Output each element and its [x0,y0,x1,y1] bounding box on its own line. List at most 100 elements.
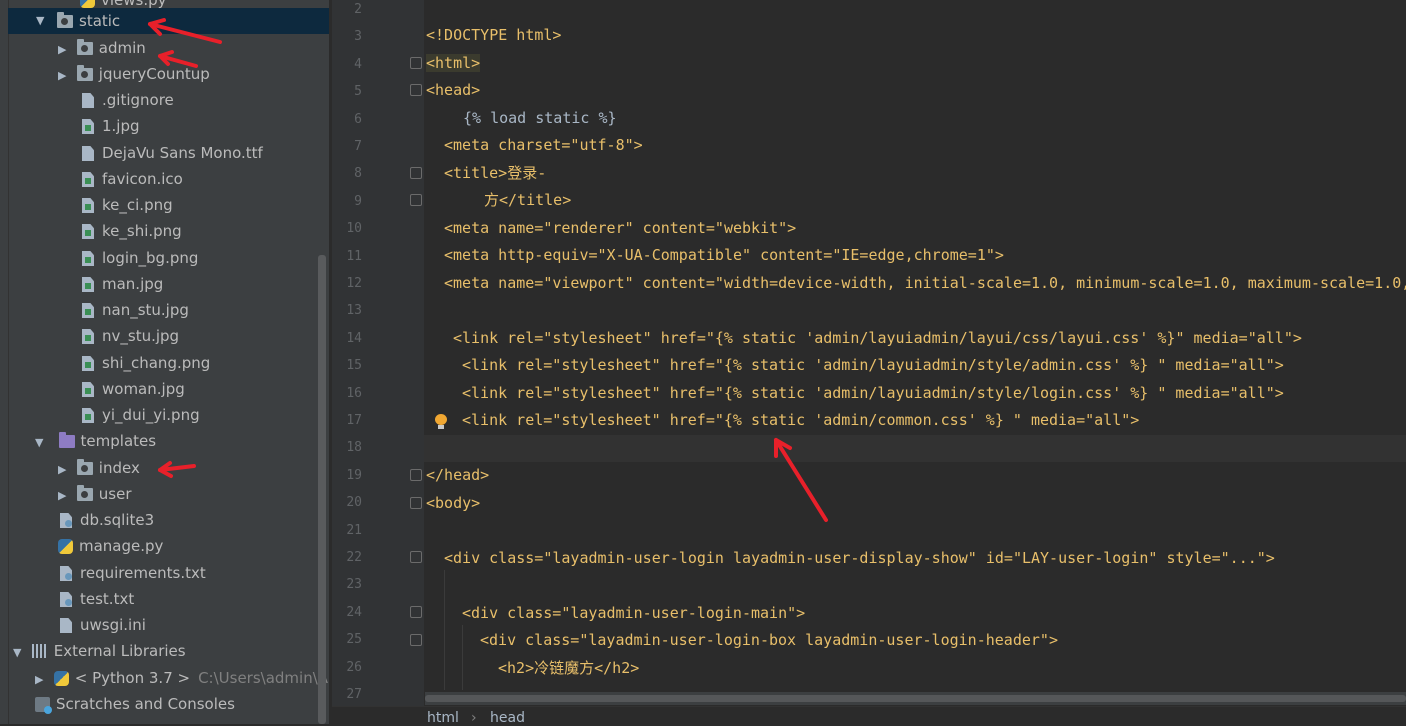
breadcrumb: html › head [332,706,1406,726]
text-file-icon [60,592,72,607]
database-file-icon [60,513,72,528]
tree-item-ke-ci[interactable]: ke_ci.png [82,192,173,218]
chevron-down-icon[interactable]: ▼ [36,8,50,34]
ini-file-icon [60,618,72,633]
tree-item-manage-py[interactable]: manage.py [58,533,163,559]
tree-item-shi-chang[interactable]: shi_chang.png [82,350,210,376]
tree-item-font-file[interactable]: DejaVu Sans Mono.ttf [82,140,263,166]
tree-item-man[interactable]: man.jpg [82,271,163,297]
chevron-right-icon[interactable]: ▶ [58,483,72,509]
tree-item-python-sdk[interactable]: ▶ < Python 3.7 > C:\Users\admin\Ap [35,665,329,691]
tree-item-nan-stu[interactable]: nan_stu.jpg [82,297,189,323]
line-number: 6 [354,111,362,127]
tree-item-external-libraries[interactable]: ▼ External Libraries [13,638,186,664]
code-line-14: <link rel="stylesheet" href="{% static '… [453,329,1302,347]
code-line-15: <link rel="stylesheet" href="{% static '… [462,356,1284,374]
fold-marker[interactable] [410,57,422,69]
line-number: 8 [354,166,362,182]
line-number: 19 [346,467,362,483]
tree-item-user[interactable]: ▶ user [58,481,132,507]
image-file-icon [82,329,94,344]
line-number: 21 [346,522,362,538]
code-line-7: <meta charset="utf-8"> [444,136,643,154]
tree-item-favicon[interactable]: favicon.ico [82,166,183,192]
image-file-icon [82,303,94,318]
chevron-right-icon[interactable]: ▶ [35,667,49,693]
line-number: 25 [346,632,362,648]
chevron-down-icon[interactable]: ▼ [13,640,27,666]
tree-item-gitignore[interactable]: .gitignore [82,87,174,113]
line-number: 11 [346,248,362,264]
image-file-icon [82,408,94,423]
editor-gutter [332,0,424,706]
tree-item-admin[interactable]: ▶ admin [58,35,146,61]
code-line-25: <div class="layadmin-user-login-box laya… [480,631,1058,649]
line-number: 13 [346,303,362,319]
chevron-right-icon[interactable]: ▶ [58,457,72,483]
line-number: 3 [354,29,362,45]
chevron-right-icon[interactable]: ▶ [58,63,72,89]
tree-scrollbar[interactable] [318,255,326,724]
code-line-19: </head> [426,466,490,484]
line-number: 10 [346,221,362,237]
fold-marker[interactable] [410,551,422,563]
tree-item-requirements[interactable]: requirements.txt [60,560,206,586]
fold-marker[interactable] [410,84,422,96]
tree-item-templates[interactable]: ▼ templates [35,428,156,454]
fold-marker[interactable] [410,497,422,509]
image-file-icon [82,172,94,187]
scratches-icon [35,697,52,714]
line-number: 12 [346,276,362,291]
line-number: 17 [346,413,362,428]
line-number: 24 [346,604,362,620]
line-number: 5 [354,84,362,100]
tree-item-login-bg[interactable]: login_bg.png [82,245,198,271]
image-file-icon [82,198,94,213]
fold-marker[interactable] [410,606,422,618]
tree-item-yi-dui-yi[interactable]: yi_dui_yi.png [82,402,200,428]
image-file-icon [82,119,94,134]
tree-item-index[interactable]: ▶ index [58,455,140,481]
tree-item-woman[interactable]: woman.jpg [82,376,185,402]
tree-item-test-txt[interactable]: test.txt [60,586,134,612]
code-line-20: <body> [426,494,481,512]
indent-guide [462,625,463,690]
image-file-icon [82,251,94,266]
chevron-right-icon[interactable]: ▶ [58,37,72,63]
line-number: 4 [354,56,362,72]
tree-item-ke-shi[interactable]: ke_shi.png [82,218,182,244]
code-line-6: {% load static %} [463,109,617,127]
fold-marker[interactable] [410,167,422,179]
code-line-5: <head> [426,81,481,99]
lightbulb-icon[interactable] [434,414,448,430]
tree-item-1-jpg[interactable]: 1.jpg [82,113,140,139]
line-number: 2 [354,2,362,17]
image-file-icon [82,224,94,239]
line-number: 22 [346,550,362,565]
fold-marker[interactable] [410,194,422,206]
code-line-26: <h2>冷链魔方</h2> [498,659,640,677]
folder-icon [58,432,75,448]
tree-item-static[interactable]: ▼ static [8,8,329,34]
code-line-8: <title>登录- [444,164,547,182]
indent-guide [444,570,445,690]
project-tree-panel: views.py ▼ static ▶ admin ▶ jqueryCountu… [0,0,329,724]
code-line-16: <link rel="stylesheet" href="{% static '… [462,384,1284,402]
tree-item-uwsgi-ini[interactable]: uwsgi.ini [60,612,146,638]
editor-horizontal-scrollbar[interactable] [425,692,1406,705]
line-number: 27 [346,687,362,702]
fold-marker[interactable] [410,469,422,481]
tool-window-strip [0,0,9,724]
line-number: 23 [346,577,362,593]
library-icon [31,644,48,658]
tree-item-db-sqlite3[interactable]: db.sqlite3 [60,507,154,533]
tree-item-jquerycountup[interactable]: ▶ jqueryCountup [58,61,210,87]
tree-item-scratches[interactable]: Scratches and Consoles [35,691,235,717]
python-file-icon [80,0,95,8]
folder-icon [76,459,93,475]
image-file-icon [82,277,94,292]
fold-marker[interactable] [410,634,422,646]
line-number: 15 [346,358,362,374]
tree-item-nv-stu[interactable]: nv_stu.jpg [82,323,179,349]
chevron-down-icon[interactable]: ▼ [35,430,49,456]
